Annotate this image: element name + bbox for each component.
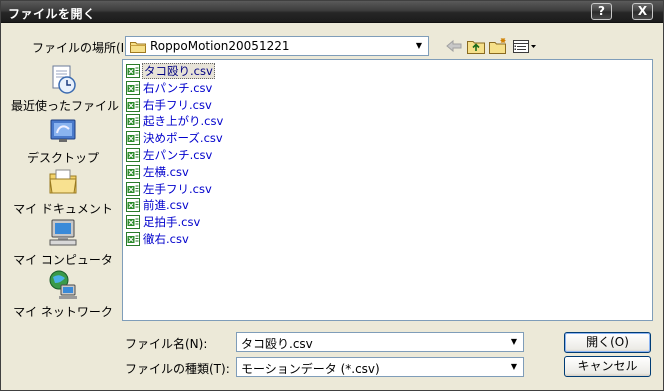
my-documents-icon — [49, 169, 77, 194]
place-label: 最近使ったファイル — [11, 99, 120, 113]
chevron-down-icon[interactable]: ▼ — [506, 334, 522, 350]
csv-file-icon — [126, 164, 140, 179]
csv-file-icon — [126, 181, 140, 196]
file-list-item[interactable]: 右パンチ.csv — [126, 80, 213, 96]
place-my-network[interactable]: マイ ネットワーク — [11, 269, 115, 320]
my-network-icon — [49, 270, 77, 299]
up-folder-icon[interactable] — [466, 37, 486, 55]
file-list-item[interactable]: 足拍手.csv — [126, 214, 201, 230]
place-label: マイ ネットワーク — [13, 305, 113, 319]
place-label: デスクトップ — [26, 151, 99, 165]
file-list-item[interactable]: 右手フリ.csv — [126, 97, 213, 113]
file-list-item[interactable]: 起き上がり.csv — [126, 113, 224, 129]
place-my-computer[interactable]: マイ コンピュータ — [11, 217, 115, 268]
csv-file-icon — [126, 64, 140, 78]
desktop-icon — [50, 119, 76, 142]
filename-input[interactable]: タコ殴り.csv ▼ — [236, 332, 524, 352]
file-list-item[interactable]: タコ殴り.csv — [126, 63, 215, 79]
place-recent[interactable]: 最近使ったファイル — [11, 63, 119, 114]
file-list-item[interactable]: 前進.csv — [126, 197, 190, 213]
file-name: 決めポーズ.csv — [143, 131, 223, 146]
place-my-documents[interactable]: マイ ドキュメント — [11, 166, 115, 217]
csv-file-icon — [126, 148, 140, 162]
places-bar: 最近使ったファイル デスクトップ マイ ドキュメント マイ コンピュータ マイ … — [11, 59, 119, 321]
filetype-select[interactable]: モーションデータ (*.csv) ▼ — [236, 357, 524, 377]
open-button[interactable]: 開く(O) — [564, 332, 651, 353]
file-list-item[interactable]: 決めポーズ.csv — [126, 130, 224, 146]
file-list-item[interactable]: 左パンチ.csv — [126, 147, 213, 163]
folder-icon — [130, 42, 146, 53]
file-name: 前進.csv — [143, 198, 189, 213]
filetype-label: ファイルの種類(T): — [125, 362, 230, 376]
location-combobox[interactable]: RoppoMotion20051221 ▼ — [125, 36, 429, 56]
file-name: タコ殴り.csv — [142, 63, 215, 79]
filetype-value: モーションデータ (*.csv) — [241, 362, 380, 376]
place-label: マイ ドキュメント — [13, 202, 113, 216]
view-menu-icon[interactable] — [512, 37, 538, 55]
csv-file-icon — [126, 80, 140, 95]
file-name: 徹右.csv — [143, 232, 189, 246]
file-list[interactable]: タコ殴り.csv 右パンチ.csv 右手フリ.csv 起き上がり.csv 決めポーズ.c… — [122, 59, 653, 321]
help-button[interactable]: ? — [591, 3, 612, 20]
csv-file-icon — [126, 114, 140, 129]
csv-file-icon — [126, 131, 140, 146]
csv-file-icon — [126, 215, 140, 230]
location-value: RoppoMotion20051221 — [150, 39, 290, 53]
file-name: 足拍手.csv — [143, 215, 201, 230]
new-folder-icon[interactable] — [488, 37, 508, 55]
file-list-item[interactable]: 徹右.csv — [126, 231, 190, 247]
location-label: ファイルの場所(I): — [32, 41, 133, 55]
chevron-down-icon[interactable]: ▼ — [411, 38, 427, 54]
file-list-item[interactable]: 左手フリ.csv — [126, 181, 213, 197]
close-button[interactable]: X — [632, 3, 653, 20]
file-name: 起き上がり.csv — [143, 114, 224, 129]
file-name: 左パンチ.csv — [143, 148, 213, 162]
filename-value: タコ殴り.csv — [241, 337, 313, 351]
csv-file-icon — [126, 198, 140, 213]
chevron-down-icon[interactable]: ▼ — [506, 359, 522, 375]
title-bar[interactable]: ファイルを開く ? X — [1, 1, 663, 23]
file-name: 右パンチ.csv — [143, 80, 213, 95]
place-desktop[interactable]: デスクトップ — [11, 115, 115, 166]
recent-documents-icon — [52, 65, 76, 94]
filename-label: ファイル名(N): — [125, 337, 208, 351]
file-name: 左横.csv — [143, 164, 189, 179]
open-file-dialog: ファイルを開く ? X ファイルの場所(I): RoppoMotion20051… — [0, 0, 664, 391]
window-title: ファイルを開く — [8, 7, 96, 21]
back-arrow-icon[interactable] — [444, 37, 464, 55]
csv-file-icon — [126, 97, 140, 112]
my-computer-icon — [49, 219, 77, 246]
file-name: 右手フリ.csv — [143, 97, 212, 112]
file-list-item[interactable]: 左横.csv — [126, 164, 190, 180]
file-name: 左手フリ.csv — [143, 181, 212, 196]
place-label: マイ コンピュータ — [13, 253, 113, 267]
csv-file-icon — [126, 232, 140, 246]
cancel-button[interactable]: キャンセル — [564, 356, 651, 377]
